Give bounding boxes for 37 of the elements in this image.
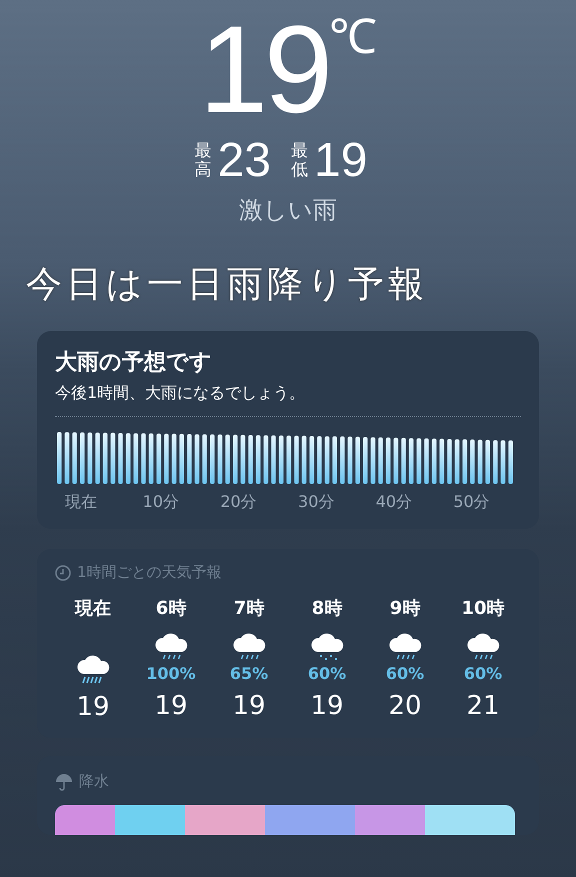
hour-label: 8時: [312, 597, 342, 620]
time-label: 30分: [297, 492, 336, 513]
hour-label: 7時: [234, 597, 264, 620]
rain-chance: 100%: [146, 664, 196, 683]
rain-chance: 60%: [464, 664, 502, 683]
low-label: 最低: [291, 142, 308, 180]
hour-temperature: 19: [232, 691, 266, 721]
high-label: 最高: [194, 142, 212, 180]
hour-label: 9時: [390, 597, 420, 620]
rain-chance: 60%: [386, 664, 424, 683]
card-title: 大雨の予想です: [55, 349, 213, 377]
hour-label: 10時: [461, 597, 505, 620]
low-temperature: 19: [314, 136, 368, 186]
time-label: 現在: [64, 492, 98, 513]
condition-text: 激しい雨: [239, 195, 337, 226]
hour-temperature: 19: [154, 691, 188, 721]
high-temperature: 23: [218, 136, 271, 186]
temperature: 19: [199, 8, 329, 132]
card-summary: 今後1時間、大雨になるでしょう。: [55, 383, 306, 404]
hour-label: 6時: [156, 597, 186, 620]
hour-temperature: 19: [76, 692, 110, 722]
section-title: 降水: [79, 772, 109, 791]
rain-chance: 60%: [308, 664, 346, 683]
time-label: 20分: [219, 492, 258, 513]
hour-label: 現在: [75, 597, 111, 620]
time-label: 40分: [374, 492, 414, 513]
time-label: 10分: [142, 492, 180, 513]
clock-icon: [55, 564, 71, 580]
temperature-unit: ℃: [328, 10, 377, 66]
hour-temperature: 21: [466, 691, 500, 721]
handwritten-caption: 今日は一日雨降り予報: [26, 263, 428, 307]
umbrella-icon: [55, 772, 73, 790]
time-label: 50分: [452, 492, 491, 513]
hour-temperature: 20: [388, 691, 422, 721]
section-title: 1時間ごとの天気予報: [77, 563, 222, 582]
rain-chance: 65%: [230, 664, 268, 683]
hour-temperature: 19: [310, 691, 344, 721]
